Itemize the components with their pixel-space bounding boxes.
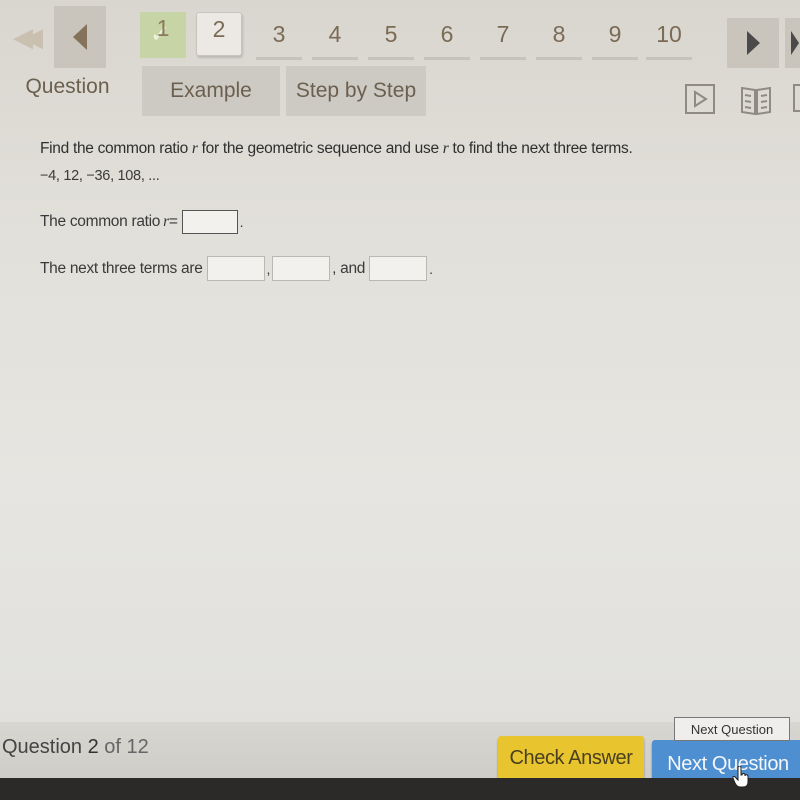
next-question-nav-button[interactable]: [727, 18, 779, 68]
question-counter: Question 2 of 12: [2, 736, 149, 759]
question-word: Question: [2, 736, 88, 758]
tab-step-by-step[interactable]: Step by Step: [286, 66, 426, 116]
open-book-icon[interactable]: [740, 84, 772, 116]
equals-sign: =: [168, 213, 178, 230]
ratio-label: The common ratio: [40, 213, 161, 230]
underline: [536, 57, 582, 60]
question-number-label: 6: [440, 21, 454, 47]
previous-question-button[interactable]: [54, 6, 106, 68]
tab-example[interactable]: Example: [142, 66, 280, 116]
prompt-text: for the geometric sequence and use: [197, 140, 443, 157]
prompt-text: to find the next three terms.: [448, 140, 633, 157]
question-number-label: 2: [212, 16, 226, 42]
comma: ,: [266, 260, 271, 277]
question-number-5[interactable]: 5: [368, 18, 414, 60]
question-number-label: 4: [328, 21, 342, 47]
screen-bezel: [0, 778, 800, 800]
question-number-8[interactable]: 8: [536, 18, 582, 60]
common-ratio-row: The common ratio r = .: [40, 210, 243, 234]
check-answer-button[interactable]: Check Answer: [498, 736, 644, 780]
more-tools-icon[interactable]: [793, 84, 800, 112]
next-terms-row: The next three terms are , , and .: [40, 256, 433, 281]
tab-label: Step by Step: [295, 79, 417, 102]
question-number-label: 10: [656, 21, 682, 47]
question-number-6[interactable]: 6: [424, 18, 470, 60]
current-question-number: 2: [87, 736, 99, 758]
tab-question[interactable]: Question: [10, 62, 125, 112]
triangle-left-icon: [73, 24, 87, 50]
question-number-3[interactable]: 3: [256, 18, 302, 60]
play-video-icon[interactable]: [685, 84, 715, 114]
question-number-label: 3: [272, 21, 286, 47]
term-3-input[interactable]: [369, 256, 428, 281]
underline: [312, 57, 358, 60]
sequence-text: −4, 12, −36, 108, ...: [40, 168, 160, 184]
underline: [368, 57, 414, 60]
question-number-10[interactable]: 10: [646, 18, 692, 60]
underline: [592, 57, 638, 60]
question-number-1[interactable]: ✓ 1: [140, 12, 186, 58]
and-label: , and: [332, 259, 366, 277]
prompt-text: Find the common ratio: [40, 140, 192, 157]
hand-pointer-cursor-icon: [732, 766, 749, 788]
common-ratio-input[interactable]: [181, 210, 238, 234]
question-number-2[interactable]: 2: [196, 12, 242, 56]
tab-label: Question: [25, 75, 110, 98]
question-navigation-bar: ◀◀ ✓ 1 2 3 4 5 6 7 8 9 10: [0, 0, 800, 70]
total-questions: of 12: [98, 736, 149, 758]
question-number-7[interactable]: 7: [480, 18, 526, 60]
question-content: Find the common ratio r for the geometri…: [40, 140, 780, 281]
last-question-button[interactable]: [785, 18, 800, 68]
triangle-right-bar-icon: [791, 31, 799, 55]
underline: [256, 57, 302, 60]
question-number-label: 8: [552, 21, 566, 47]
underline: [646, 57, 692, 60]
term-2-input[interactable]: [272, 256, 331, 281]
question-number-label: 1: [156, 15, 170, 41]
question-prompt: Find the common ratio r for the geometri…: [40, 140, 780, 158]
period: .: [239, 214, 244, 230]
tab-label: Example: [170, 79, 252, 102]
term-1-input[interactable]: [206, 256, 265, 281]
book-glyph-icon: [741, 86, 771, 116]
next-question-tooltip: Next Question: [674, 717, 790, 741]
question-number-label: 7: [496, 21, 510, 47]
play-triangle-icon: [694, 90, 708, 108]
underline: [480, 57, 526, 60]
question-number-label: 9: [608, 21, 622, 47]
question-number-label: 5: [384, 21, 398, 47]
underline: [424, 57, 470, 60]
first-question-button[interactable]: ◀◀: [0, 6, 46, 68]
question-number-4[interactable]: 4: [312, 18, 358, 60]
double-chevron-left-icon: ◀◀: [13, 21, 43, 52]
terms-label: The next three terms are: [40, 259, 203, 277]
question-number-9[interactable]: 9: [592, 18, 638, 60]
period: .: [429, 260, 433, 277]
triangle-right-icon: [746, 31, 760, 55]
